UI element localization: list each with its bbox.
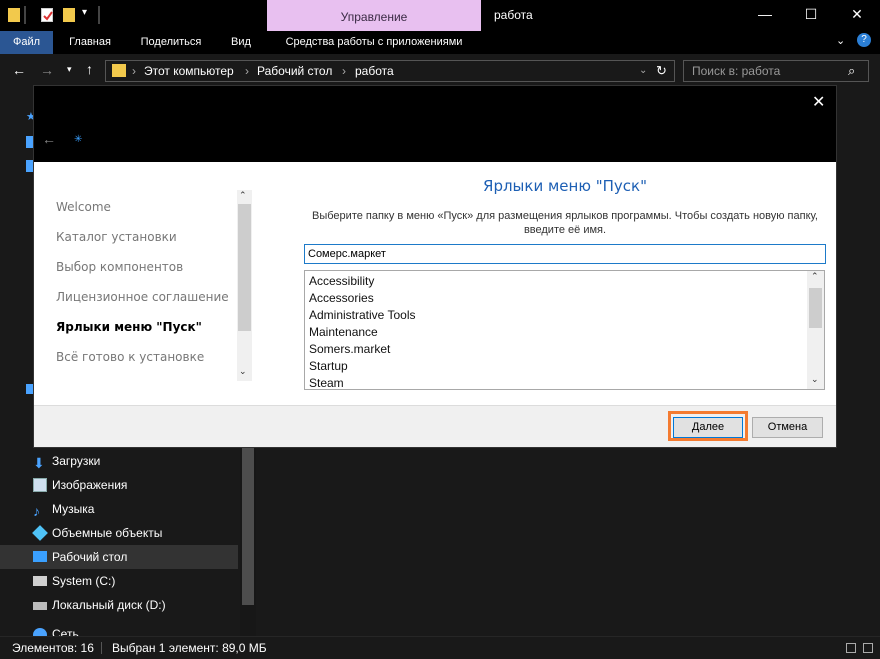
step-welcome: Welcome xyxy=(56,200,111,214)
network-icon xyxy=(33,628,47,636)
checkmark-icon xyxy=(43,11,53,21)
nav-item-downloads[interactable]: ⬇ Загрузки xyxy=(0,449,238,473)
ribbon-tabs: Файл Главная Поделиться Вид Средства раб… xyxy=(0,31,880,54)
chevron-down-icon[interactable]: ⌄ xyxy=(239,366,247,377)
tab-file[interactable]: Файл xyxy=(0,31,53,54)
step-components: Выбор компонентов xyxy=(56,260,184,274)
list-item[interactable]: Maintenance xyxy=(309,324,378,341)
crumb-work[interactable]: работа xyxy=(355,61,394,81)
selection-info: Выбран 1 элемент: 89,0 МБ xyxy=(112,641,267,655)
step-start-menu: Ярлыки меню "Пуск" xyxy=(56,320,202,334)
drive-icon xyxy=(33,576,47,586)
forward-arrow-icon[interactable]: → xyxy=(40,62,54,78)
nav-item-network[interactable]: Сеть xyxy=(0,624,238,636)
start-menu-folder-input[interactable] xyxy=(304,244,826,264)
app-icon: ✳ xyxy=(74,134,83,145)
list-item[interactable]: Startup xyxy=(309,358,348,375)
chevron-right-icon[interactable]: › xyxy=(245,61,249,81)
recent-locations-icon[interactable]: ▾ xyxy=(67,64,72,75)
search-box[interactable]: Поиск в: работа ⌕ xyxy=(683,60,869,82)
chevron-down-icon[interactable]: ⌄ xyxy=(836,34,845,47)
folder-icon[interactable] xyxy=(8,8,20,22)
tab-view[interactable]: Вид xyxy=(222,31,260,54)
description-line: введите её имя. xyxy=(523,224,607,236)
chevron-right-icon[interactable]: › xyxy=(342,61,346,81)
chevron-right-icon[interactable]: › xyxy=(132,61,136,81)
page-description: Выберите папку в меню «Пуск» для размеще… xyxy=(304,209,826,237)
search-icon[interactable]: ⌕ xyxy=(848,63,855,79)
context-tab-manage[interactable]: Управление xyxy=(267,0,481,31)
nav-item-system-c[interactable]: System (C:) xyxy=(0,569,238,593)
chevron-up-icon[interactable]: ⌃ xyxy=(811,271,819,282)
tab-app-tools[interactable]: Средства работы с приложениями xyxy=(272,31,476,54)
start-menu-folder-list[interactable]: Accessibility Accessories Administrative… xyxy=(304,270,825,390)
nav-item-3d-objects[interactable]: Объемные объекты xyxy=(0,521,238,545)
maximize-icon[interactable]: ☐ xyxy=(788,0,834,31)
crumb-desktop[interactable]: Рабочий стол xyxy=(257,61,332,81)
installer-dialog: ← ✳ ✕ Welcome Каталог установки Выбор ко… xyxy=(34,86,836,447)
chevron-down-icon[interactable]: ⌄ xyxy=(639,61,647,81)
list-item[interactable]: Steam xyxy=(309,375,344,389)
new-folder-icon[interactable] xyxy=(63,8,75,22)
step-ready: Всё готово к установке xyxy=(56,350,205,364)
nav-item-desktop[interactable]: Рабочий стол xyxy=(0,545,238,569)
steps-scrollbar-thumb[interactable] xyxy=(238,204,251,331)
close-icon[interactable]: ✕ xyxy=(834,0,880,31)
divider xyxy=(24,6,26,24)
this-pc-icon[interactable] xyxy=(26,384,34,394)
cancel-button[interactable]: Отмена xyxy=(752,417,823,438)
folder-icon xyxy=(112,64,126,77)
tab-share[interactable]: Поделиться xyxy=(128,31,214,54)
step-install-dir: Каталог установки xyxy=(56,230,177,244)
folder-list-scrollbar-thumb[interactable] xyxy=(809,288,822,328)
crumb-this-pc[interactable]: Этот компьютер xyxy=(144,61,234,81)
status-bar: Элементов: 16 Выбран 1 элемент: 89,0 МБ xyxy=(0,636,880,659)
dialog-header: ← ✳ ✕ xyxy=(34,86,836,162)
list-item[interactable]: Administrative Tools xyxy=(309,307,416,324)
up-arrow-icon[interactable]: ↑ xyxy=(86,61,93,77)
music-note-icon: ♪ xyxy=(33,503,40,519)
desktop-icon xyxy=(33,551,47,562)
close-icon[interactable]: ✕ xyxy=(812,92,825,112)
list-item[interactable]: Accessories xyxy=(309,290,374,307)
download-arrow-icon: ⬇ xyxy=(33,455,45,471)
back-arrow-icon[interactable]: ← xyxy=(12,62,26,78)
minimize-icon[interactable]: — xyxy=(742,0,788,31)
list-item[interactable]: Accessibility xyxy=(309,273,374,290)
next-button[interactable]: Далее xyxy=(673,417,743,438)
help-icon[interactable]: ? xyxy=(857,33,871,47)
dialog-footer: Далее Отмена xyxy=(34,405,836,447)
downloads-icon[interactable] xyxy=(26,160,34,172)
nav-item-music[interactable]: ♪ Музыка xyxy=(0,497,238,521)
page-heading: Ярлыки меню "Пуск" xyxy=(483,177,647,195)
divider xyxy=(98,6,100,24)
list-item[interactable]: Somers.market xyxy=(309,341,390,358)
nav-item-local-d[interactable]: Локальный диск (D:) xyxy=(0,593,238,617)
tab-home[interactable]: Главная xyxy=(58,31,122,54)
pictures-icon xyxy=(33,478,47,492)
details-view-icon[interactable] xyxy=(846,643,856,653)
properties-icon[interactable] xyxy=(41,8,53,22)
drive-icon xyxy=(33,602,47,610)
chevron-down-icon[interactable]: ⌄ xyxy=(811,374,819,385)
refresh-icon[interactable]: ↻ xyxy=(656,61,667,81)
chevron-up-icon[interactable]: ⌃ xyxy=(239,190,247,201)
divider xyxy=(101,642,102,654)
description-line: Выберите папку в меню «Пуск» для размеще… xyxy=(312,210,818,222)
search-input[interactable]: Поиск в: работа xyxy=(692,61,780,81)
cube-icon xyxy=(32,525,48,541)
address-bar[interactable]: › Этот компьютер › Рабочий стол › работа… xyxy=(105,60,675,82)
nav-item-pictures[interactable]: Изображения xyxy=(0,473,238,497)
back-arrow-icon[interactable]: ← xyxy=(42,131,56,147)
title-bar: ▾ Управление работа — ☐ ✕ xyxy=(0,0,880,31)
item-count: Элементов: 16 xyxy=(12,641,94,655)
large-icons-view-icon[interactable] xyxy=(863,643,873,653)
desktop-icon[interactable] xyxy=(26,136,34,148)
customize-quick-access-icon[interactable]: ▾ xyxy=(82,7,87,18)
window-title: работа xyxy=(494,8,533,22)
step-license: Лицензионное соглашение xyxy=(56,290,229,304)
